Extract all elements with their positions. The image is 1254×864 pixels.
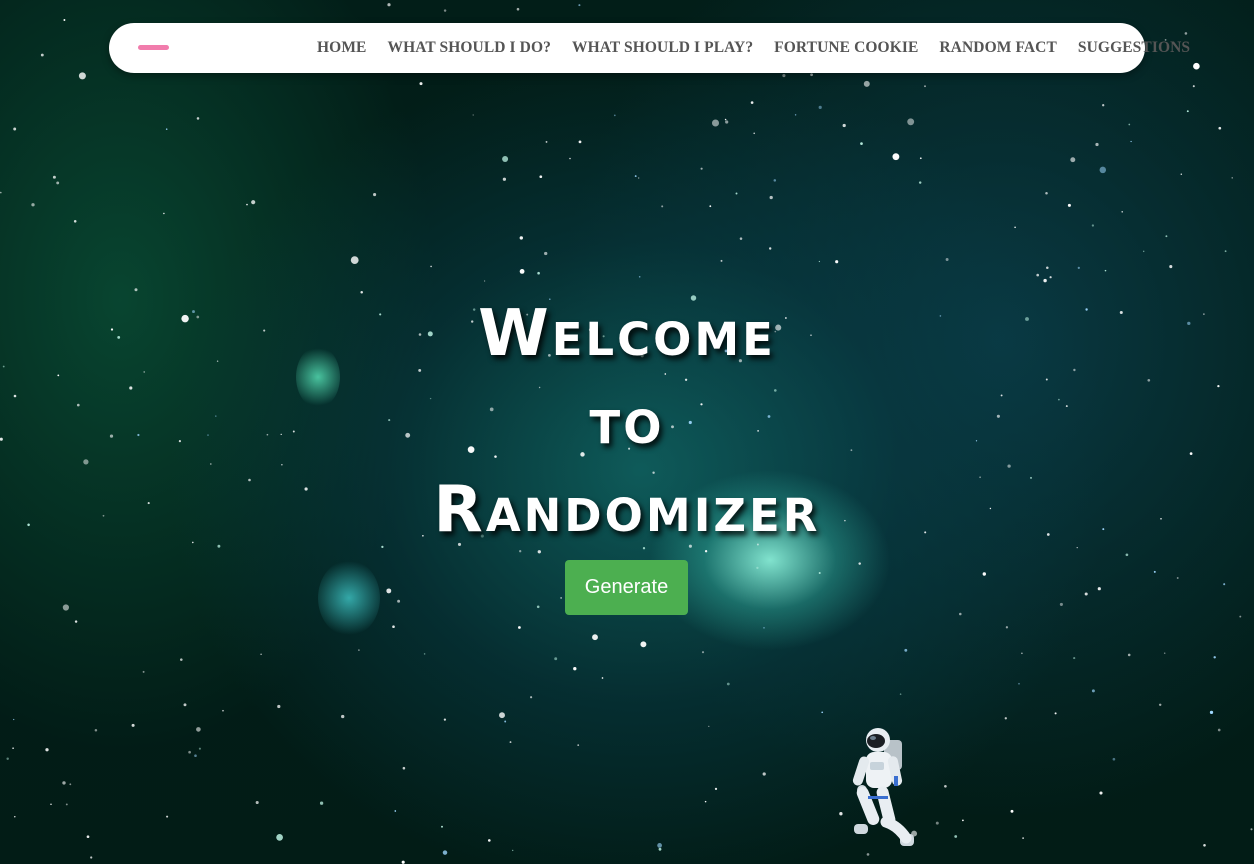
astronaut-image [852,728,914,846]
nav-links: HOME WHAT SHOULD I DO? WHAT SHOULD I PLA… [317,23,1211,73]
nav-link-fortune-cookie[interactable]: FORTUNE COOKIE [774,39,918,57]
hamburger-menu-icon[interactable] [138,45,169,50]
hero-title-line: Welcome [478,297,776,371]
hero-title: Welcome to Randomizer [0,290,1254,554]
nav-link-suggestions[interactable]: SUGGESTIONS [1078,39,1190,57]
nav-link-random-fact[interactable]: RANDOM FACT [939,39,1056,57]
nav-link-what-should-i-play[interactable]: WHAT SHOULD I PLAY? [572,39,753,57]
hero-title-line: Randomizer [433,473,821,547]
hero-title-line: to [589,385,665,459]
hero: Welcome to Randomizer [0,290,1254,554]
generate-button[interactable]: Generate [565,560,688,615]
nav-link-home[interactable]: HOME [317,39,366,57]
nav-link-what-should-i-do[interactable]: WHAT SHOULD I DO? [387,39,550,57]
navbar: HOME WHAT SHOULD I DO? WHAT SHOULD I PLA… [109,23,1190,73]
